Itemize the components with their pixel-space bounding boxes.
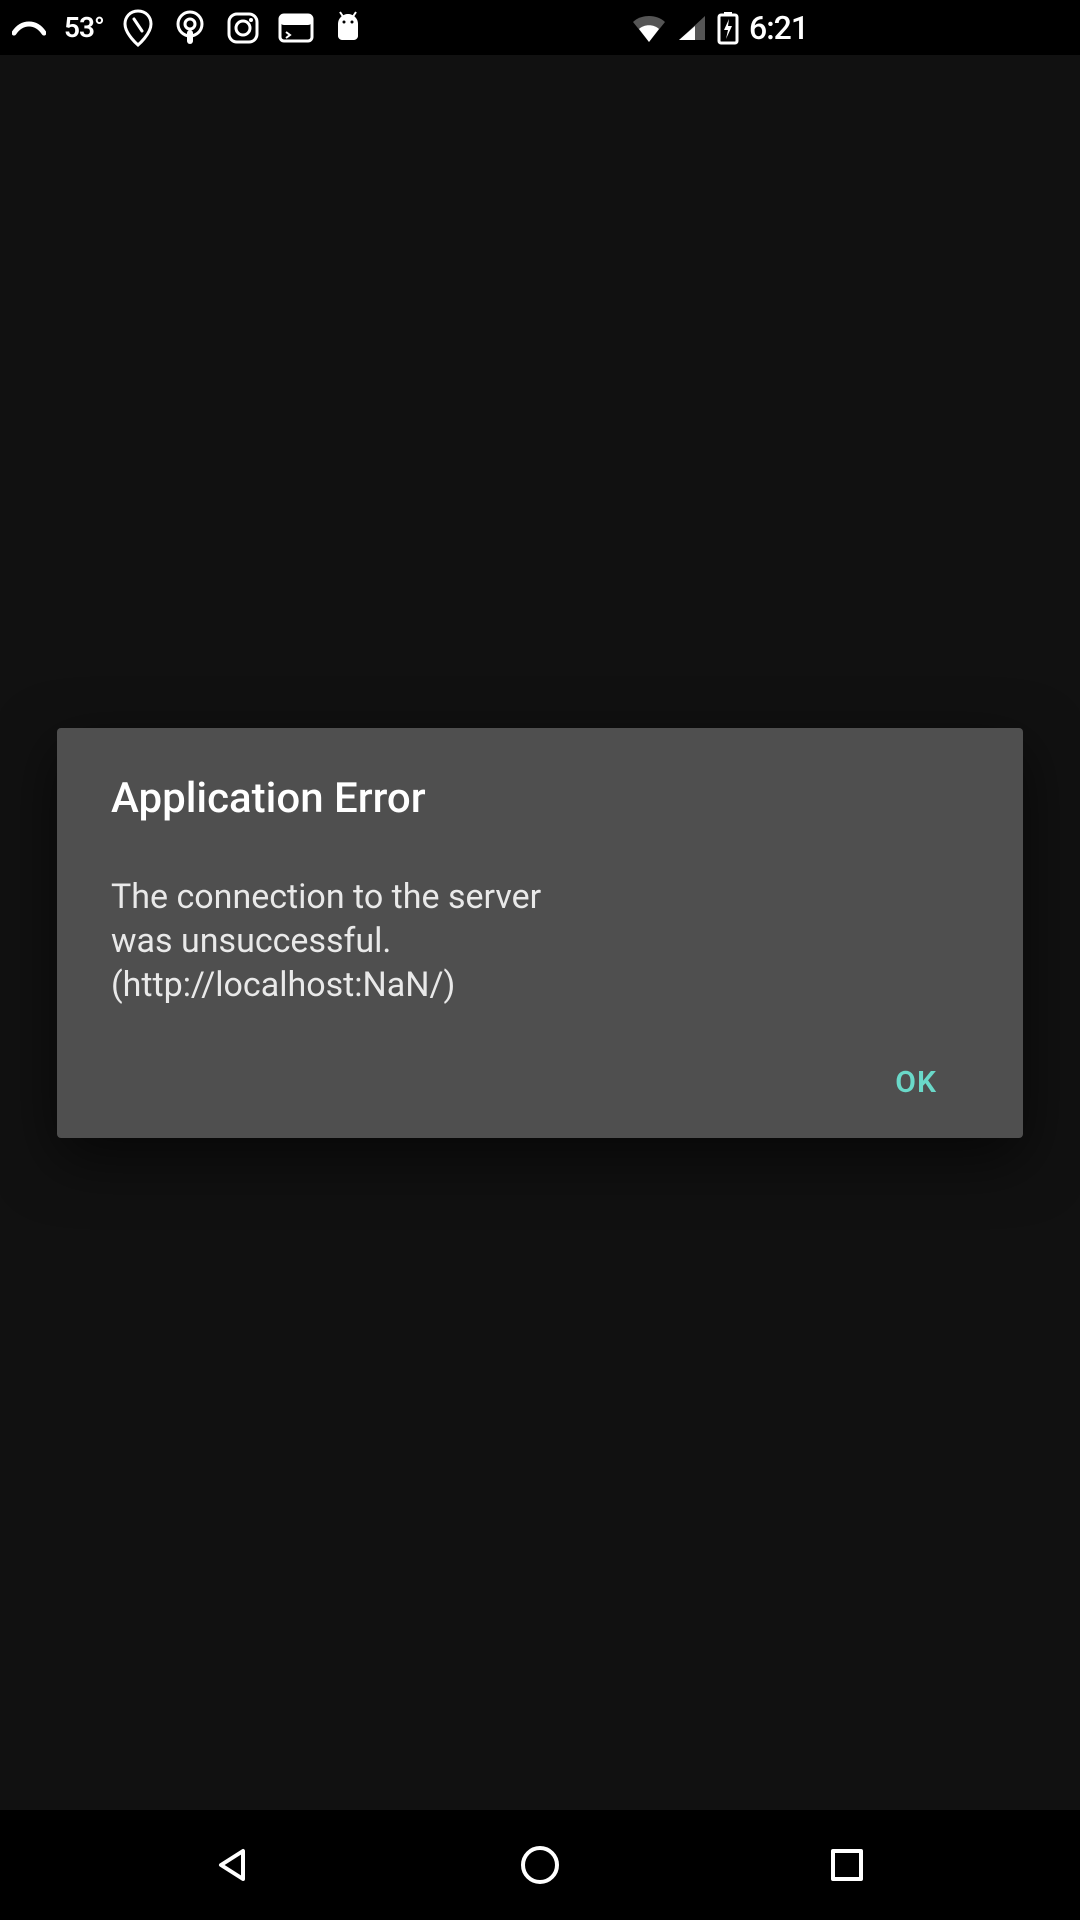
home-button[interactable] — [510, 1835, 570, 1895]
terminal-icon — [278, 13, 314, 43]
error-dialog: Application Error The connection to the … — [57, 728, 1023, 1138]
circle-home-icon — [518, 1843, 562, 1887]
dialog-title: Application Error — [111, 774, 969, 823]
status-bar-left: 53° — [12, 9, 364, 47]
dialog-message: The connection to the server was unsucce… — [111, 875, 591, 1007]
back-button[interactable] — [203, 1835, 263, 1895]
location-icon — [122, 9, 154, 47]
curve-icon — [12, 19, 46, 37]
ok-button[interactable]: OK — [873, 1055, 959, 1110]
android-icon — [332, 10, 364, 46]
square-recent-icon — [828, 1846, 866, 1884]
battery-charging-icon — [717, 11, 739, 45]
dialog-actions: OK — [111, 1055, 969, 1110]
wifi-icon — [631, 14, 667, 42]
podcast-icon — [172, 10, 208, 46]
instagram-icon — [226, 11, 260, 45]
clock-label: 6:21 — [749, 9, 808, 47]
navigation-bar — [0, 1810, 1080, 1920]
app-background: Application Error The connection to the … — [0, 55, 1080, 1810]
cell-signal-icon — [677, 14, 707, 42]
status-bar: 53° 6:21 — [0, 0, 820, 55]
temperature-label: 53° — [64, 11, 104, 44]
recent-apps-button[interactable] — [817, 1835, 877, 1895]
status-bar-right: 6:21 — [631, 9, 808, 47]
triangle-back-icon — [213, 1845, 253, 1885]
